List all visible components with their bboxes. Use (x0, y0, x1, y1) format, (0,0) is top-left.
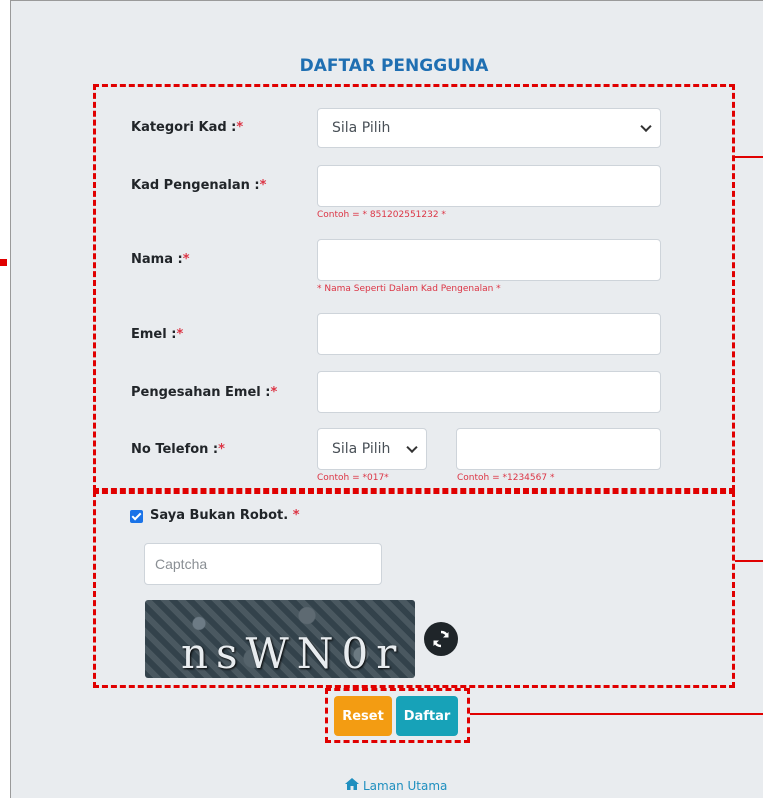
captcha-code: nsWN0r (181, 629, 405, 678)
nama-label-text: Nama : (131, 252, 183, 267)
robot-label-text: Saya Bukan Robot. (150, 508, 289, 523)
nama-hint: * Nama Seperti Dalam Kad Pengenalan * (317, 284, 501, 294)
annotation-arrow-left (0, 259, 7, 266)
pengesahan-label: Pengesahan Emel :* (131, 385, 277, 400)
required-mark: * (236, 120, 244, 135)
telefon-number-hint: Contoh = *1234567 * (457, 473, 555, 483)
required-mark: * (176, 327, 184, 342)
page-title: DAFTAR PENGGUNA (299, 56, 489, 76)
required-mark: * (218, 442, 225, 457)
kategori-kad-select[interactable]: Sila Pilih (317, 108, 661, 148)
captcha-input[interactable]: Captcha (144, 543, 382, 585)
chevron-down-icon (406, 441, 418, 454)
kad-pengenalan-input[interactable] (317, 165, 661, 207)
emel-label: Emel :* (131, 327, 183, 342)
captcha-placeholder: Captcha (155, 556, 208, 572)
nama-input[interactable] (317, 239, 661, 281)
pengesahan-emel-input[interactable] (317, 371, 661, 413)
refresh-icon[interactable] (424, 622, 458, 656)
captcha-image: nsWN0r (145, 600, 415, 678)
home-link[interactable]: Laman Utama (345, 778, 447, 794)
home-icon (345, 778, 359, 794)
pengesahan-label-text: Pengesahan Emel : (131, 385, 271, 400)
telefon-prefix-hint: Contoh = *017* (317, 473, 389, 483)
kp-label: Kad Pengenalan :* (131, 178, 266, 193)
daftar-button[interactable]: Daftar (396, 696, 458, 736)
telefon-prefix-select[interactable]: Sila Pilih (317, 428, 427, 470)
emel-label-text: Emel : (131, 327, 177, 342)
robot-checkbox[interactable] (130, 510, 143, 523)
telefon-number-input[interactable] (456, 428, 661, 470)
nama-label: Nama :* (131, 252, 190, 267)
reset-button[interactable]: Reset (334, 696, 392, 736)
telefon-prefix-value: Sila Pilih (332, 441, 391, 457)
required-mark: * (292, 508, 300, 523)
annotation-line-form (735, 156, 763, 158)
kp-label-text: Kad Pengenalan : (131, 178, 260, 193)
kategori-label: Kategori Kad :* (131, 120, 243, 135)
refresh-icon-svg (433, 630, 449, 648)
required-mark: * (182, 252, 190, 267)
kategori-kad-value: Sila Pilih (332, 120, 391, 136)
home-icon-svg (345, 778, 359, 790)
telefon-label-text: No Telefon : (131, 442, 219, 457)
emel-input[interactable] (317, 313, 661, 355)
annotation-line-captcha (735, 560, 763, 562)
home-link-text: Laman Utama (363, 779, 448, 793)
annotation-line-buttons (470, 713, 763, 715)
chevron-down-icon (640, 120, 652, 133)
required-mark: * (259, 178, 267, 193)
robot-label[interactable]: Saya Bukan Robot. * (150, 508, 300, 523)
kategori-label-text: Kategori Kad : (131, 120, 237, 135)
telefon-label: No Telefon :* (131, 442, 225, 457)
required-mark: * (270, 385, 278, 400)
kp-hint: Contoh = * 851202551232 * (317, 210, 446, 220)
